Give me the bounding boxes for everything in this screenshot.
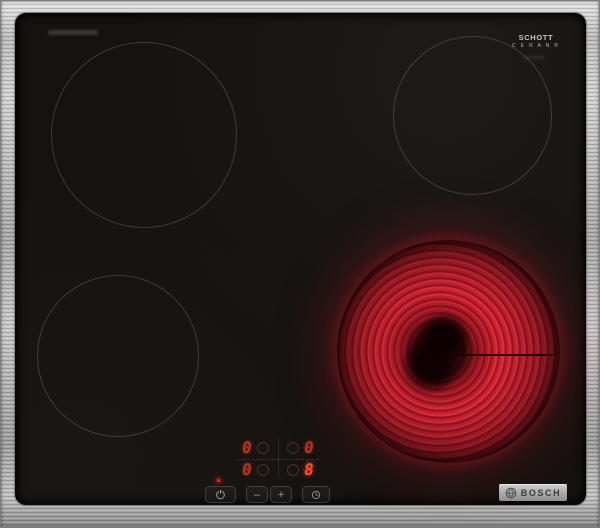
rear-left-zone-icon (257, 442, 269, 454)
glass-sub-label (523, 56, 545, 59)
plus-label: + (278, 489, 284, 501)
timer-icon (311, 490, 321, 500)
power-decrease-button[interactable]: – (246, 486, 268, 503)
zone-display-cluster: 0 0 0 8 (233, 437, 323, 480)
power-icon (215, 489, 226, 500)
zone-select-rear-right[interactable]: 0 (278, 437, 323, 458)
model-number-label (48, 30, 98, 35)
zone-select-front-right[interactable]: 8 (278, 459, 323, 480)
power-increase-button[interactable]: + (270, 486, 292, 503)
zone-rear-right-ring (393, 36, 552, 195)
front-right-zone-icon (287, 464, 299, 476)
schott-logo-line2: C E R A N ® (510, 42, 562, 48)
zone-front-left-ring (37, 275, 199, 437)
cooktop: SCHOTT C E R A N ® 0 0 0 8 (0, 0, 600, 528)
bosch-brand-text: BOSCH (521, 488, 562, 498)
on-indicator-led (217, 479, 220, 482)
front-left-power-digit: 0 (241, 462, 253, 478)
burner-element-center-tick (440, 348, 442, 361)
power-button[interactable] (205, 486, 236, 503)
zone-select-rear-left[interactable]: 0 (233, 437, 278, 458)
zone-rear-left-ring (51, 42, 237, 228)
bosch-logo-icon (505, 487, 517, 499)
burner-element-divider-line (442, 354, 554, 356)
front-right-power-digit: 8 (303, 462, 315, 478)
timer-button[interactable] (302, 486, 330, 503)
schott-ceran-logo: SCHOTT C E R A N ® (510, 33, 562, 48)
schott-logo-line1: SCHOTT (510, 33, 562, 42)
minus-label: – (254, 489, 260, 501)
rear-right-power-digit: 0 (303, 440, 315, 456)
rear-left-power-digit: 0 (241, 440, 253, 456)
zone-select-front-left[interactable]: 0 (233, 459, 278, 480)
rear-right-zone-icon (287, 442, 299, 454)
front-left-zone-icon (257, 464, 269, 476)
bosch-brand-badge: BOSCH (499, 484, 567, 501)
ceramic-glass-surface: SCHOTT C E R A N ® 0 0 0 8 (15, 13, 586, 505)
zone-front-right-burner-active (337, 240, 560, 463)
